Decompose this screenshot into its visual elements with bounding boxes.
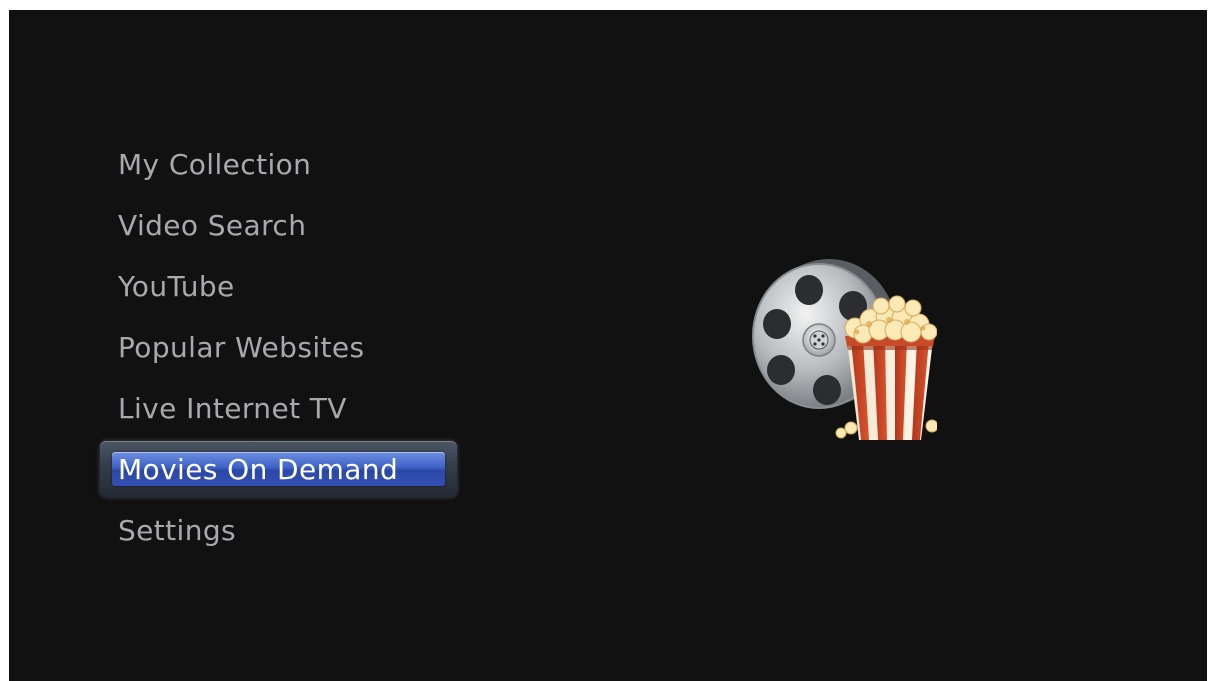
main-menu: My Collection Video Search YouTube Popul… [100,138,460,565]
menu-item-label: Popular Websites [118,331,365,364]
menu-item-settings[interactable]: Settings [100,504,460,565]
menu-item-live-internet-tv[interactable]: Live Internet TV [100,382,460,443]
menu-item-label: My Collection [118,148,312,181]
menu-item-label: YouTube [118,270,235,303]
media-center-screen: My Collection Video Search YouTube Popul… [9,10,1207,681]
menu-item-popular-websites[interactable]: Popular Websites [100,321,460,382]
menu-item-youtube[interactable]: YouTube [100,260,460,321]
film-reel-popcorn-icon [737,240,939,440]
menu-item-video-search[interactable]: Video Search [100,199,460,260]
menu-item-label: Video Search [118,209,307,242]
menu-item-movies-on-demand[interactable]: Movies On Demand [100,441,460,504]
menu-item-label: Live Internet TV [118,392,347,425]
menu-item-label: Movies On Demand [118,453,399,486]
menu-item-label: Settings [118,514,237,547]
menu-item-my-collection[interactable]: My Collection [100,138,460,199]
